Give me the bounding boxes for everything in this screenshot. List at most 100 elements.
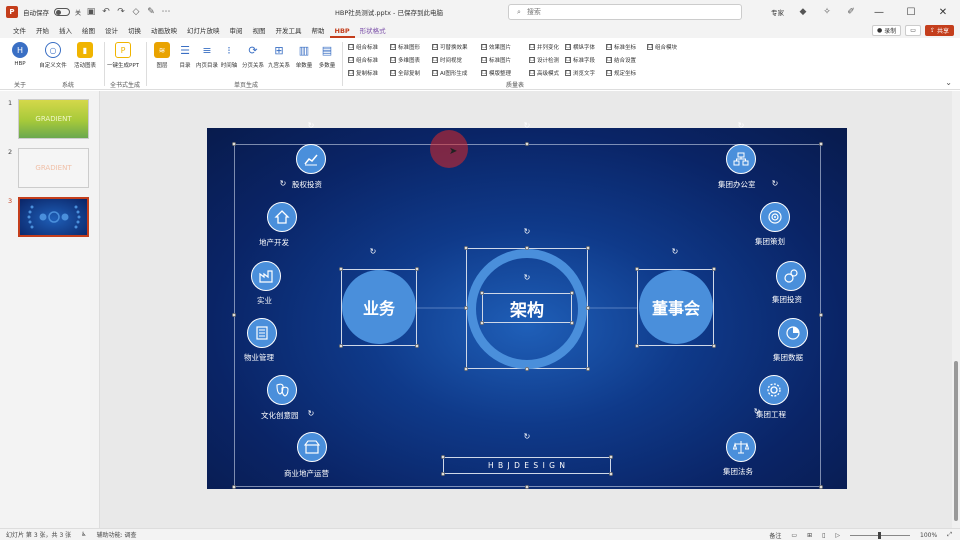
factory-icon[interactable] xyxy=(251,261,281,291)
business-circle[interactable]: 业务 xyxy=(342,270,416,344)
ribbon-check-option[interactable]: ☐ 可替换效果 xyxy=(432,43,468,51)
resize-handle[interactable] xyxy=(570,291,574,295)
list2-button[interactable]: ≡ 内页目录 xyxy=(196,38,218,69)
fit-slide-icon[interactable]: ⤢ xyxy=(947,531,952,539)
accessibility-status[interactable]: 辅助功能: 调查 xyxy=(97,530,137,539)
record-button[interactable]: ● 录制 xyxy=(872,25,902,36)
ribbon-check-option[interactable]: ☐ 效果图片 xyxy=(481,43,511,51)
maximize-button[interactable]: ☐ xyxy=(902,7,920,18)
menu-tab[interactable]: 文件 xyxy=(8,24,31,38)
resize-handle[interactable] xyxy=(415,267,419,271)
ribbon-check-option[interactable]: ☐ 规定坐标 xyxy=(606,69,636,77)
user-name[interactable]: 专家 xyxy=(771,7,784,17)
resize-handle[interactable] xyxy=(712,344,716,348)
menu-tab[interactable]: 插入 xyxy=(54,24,77,38)
menu-tab[interactable]: 切换 xyxy=(123,24,146,38)
comment-button[interactable]: ▭ xyxy=(905,25,921,36)
ribbon-check-option[interactable]: ☐ 并列变化 xyxy=(529,43,559,51)
menu-tab[interactable]: 开发工具 xyxy=(271,24,307,38)
one-click-ppt-button[interactable]: P 一键生成PPT xyxy=(107,38,139,69)
slide-thumbnail-3[interactable] xyxy=(18,197,89,237)
ribbon-check-option[interactable]: ☐ 多维图表 xyxy=(390,56,420,64)
resize-handle[interactable] xyxy=(712,267,716,271)
resize-handle[interactable] xyxy=(441,472,445,476)
slideshow-icon[interactable]: ▷ xyxy=(835,532,840,539)
rotate-handle-icon[interactable]: ↻ xyxy=(523,228,531,236)
resize-handle[interactable] xyxy=(464,246,468,250)
resize-handle[interactable] xyxy=(480,321,484,325)
resize-handle[interactable] xyxy=(819,142,823,146)
resize-handle[interactable] xyxy=(609,455,613,459)
architecture-title[interactable]: 架构 xyxy=(482,293,572,323)
ribbon-check-option[interactable]: ☐ 设计检测 xyxy=(529,56,559,64)
normal-view-icon[interactable]: ▭ xyxy=(791,532,797,539)
resize-handle[interactable] xyxy=(480,291,484,295)
close-button[interactable]: ✕ xyxy=(934,7,952,18)
quick-access-more-icon[interactable]: ⋯ xyxy=(161,7,171,17)
lightbulb-icon[interactable]: ✧ xyxy=(822,7,832,17)
org-icon[interactable] xyxy=(726,144,756,174)
resize-handle[interactable] xyxy=(464,367,468,371)
slide-thumbnail-2[interactable]: GRADIENT xyxy=(18,148,89,188)
save-icon[interactable]: ▣ xyxy=(86,7,96,17)
shape-icon[interactable]: ◇ xyxy=(131,7,141,17)
resize-handle[interactable] xyxy=(635,344,639,348)
layer-button[interactable]: ≋ 图层 xyxy=(151,38,173,69)
share-button[interactable]: ⇪ 共享 xyxy=(924,25,954,36)
gear-icon[interactable] xyxy=(759,375,789,405)
ribbon-check-option[interactable]: ☐ 高级模式 xyxy=(529,69,559,77)
rotate-handle-icon[interactable]: ↻ xyxy=(737,122,745,130)
masks-icon[interactable] xyxy=(267,375,297,405)
menu-tab[interactable]: 帮助 xyxy=(307,24,330,38)
multi-count-button[interactable]: ▤ 多数量 xyxy=(316,38,338,69)
accessibility-icon[interactable]: ♿ xyxy=(81,531,86,538)
resize-handle[interactable] xyxy=(819,485,823,489)
ribbon-check-option[interactable]: ☐ 模版整理 xyxy=(481,69,511,77)
active-chart-button[interactable]: ▮ 活动图表 xyxy=(74,38,96,69)
house-icon[interactable] xyxy=(267,202,297,232)
slide-thumbnail-1[interactable]: GRADIENT xyxy=(18,99,89,139)
copilot-icon[interactable]: ◆ xyxy=(798,7,808,17)
slide[interactable]: 业务 架构 董事会 H B J D E S I G N 股权投资 地产开发 实业… xyxy=(207,122,847,489)
reading-view-icon[interactable]: ▯ xyxy=(822,532,825,539)
rotate-handle-icon[interactable]: ↻ xyxy=(523,122,531,130)
vertical-scrollbar[interactable] xyxy=(952,91,960,528)
list-button[interactable]: ☰ 目录 xyxy=(174,38,196,69)
resize-handle[interactable] xyxy=(232,485,236,489)
ribbon-check-option[interactable]: ☐ 标准图片 xyxy=(481,56,511,64)
ribbon-check-option[interactable]: ☐ 复制标准 xyxy=(348,69,378,77)
menu-tab[interactable]: 设计 xyxy=(100,24,123,38)
timeline-button[interactable]: ⁝ 时间轴 xyxy=(218,38,240,69)
board-circle[interactable]: 董事会 xyxy=(639,270,713,344)
ribbon-check-option[interactable]: ☐ 浏览文字 xyxy=(565,69,595,77)
building-icon[interactable] xyxy=(247,318,277,348)
scrollbar-thumb[interactable] xyxy=(954,361,958,521)
rotate-handle-icon[interactable]: ↻ xyxy=(523,274,531,282)
resize-handle[interactable] xyxy=(441,455,445,459)
resize-handle[interactable] xyxy=(586,367,590,371)
search-box[interactable]: ⌕ 搜索 xyxy=(508,4,742,20)
group-relation-button[interactable]: ⟳ 分页关系 xyxy=(242,38,264,69)
menu-tab[interactable]: 开始 xyxy=(31,24,54,38)
resize-handle[interactable] xyxy=(609,472,613,476)
pen-icon[interactable]: ✎ xyxy=(146,7,156,17)
ribbon-check-option[interactable]: ☐ 横纵字体 xyxy=(565,43,595,51)
ribbon-check-option[interactable]: ☐ 标准字段 xyxy=(565,56,595,64)
ribbon-check-option[interactable]: ☐ 结合设置 xyxy=(606,56,636,64)
rotate-handle-icon[interactable]: ↻ xyxy=(771,180,779,188)
mall-icon[interactable] xyxy=(297,432,327,462)
resize-handle[interactable] xyxy=(819,313,823,317)
menu-tab[interactable]: 审阅 xyxy=(225,24,248,38)
rotate-handle-icon[interactable]: ↻ xyxy=(523,433,531,441)
menu-tab[interactable]: 动画放映 xyxy=(146,24,182,38)
ribbon-check-option[interactable]: ☐ 组合标准 xyxy=(348,56,378,64)
resize-handle[interactable] xyxy=(232,313,236,317)
ribbon-check-option[interactable]: ☐ 组合标准 xyxy=(348,43,378,51)
ribbon-collapse-icon[interactable]: ⌄ xyxy=(945,78,952,87)
resize-handle[interactable] xyxy=(525,142,529,146)
resize-handle[interactable] xyxy=(570,321,574,325)
ribbon-check-option[interactable]: ☐ 全部复制 xyxy=(390,69,420,77)
resize-handle[interactable] xyxy=(586,246,590,250)
resize-handle[interactable] xyxy=(586,306,590,310)
scale-icon[interactable] xyxy=(726,432,756,462)
